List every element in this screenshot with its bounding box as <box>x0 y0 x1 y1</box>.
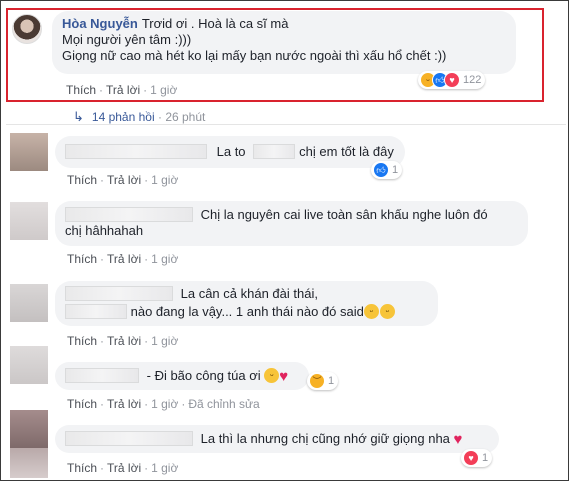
reply-link[interactable]: Trả lời <box>107 252 141 266</box>
comment-actions: Thích · Trả lời · 1 giờ <box>66 83 178 97</box>
comment-actions: Thích · Trả lời · 1 giờ <box>67 173 179 187</box>
timestamp[interactable]: 1 giờ <box>151 334 178 348</box>
redacted-name <box>65 431 193 446</box>
redacted-name <box>65 144 207 159</box>
like-link[interactable]: Thích <box>67 173 97 187</box>
like-link[interactable]: Thích <box>66 83 96 97</box>
laughing-tears-emoji: ᵕ <box>379 304 395 319</box>
heart-emoji: ♥ <box>453 431 463 448</box>
reply-text: Chị la nguyên cai live toàn sân khấu ngh… <box>200 207 488 222</box>
timestamp[interactable]: 1 giờ <box>151 252 178 266</box>
reaction-summary[interactable]: ︶ 1 <box>307 372 339 390</box>
reaction-summary[interactable]: ᵕ 👍︎ ♥ 122 <box>418 71 486 89</box>
reply-link[interactable]: Trả lời <box>107 461 141 475</box>
edited-label[interactable]: Đã chỉnh sửa <box>188 397 259 411</box>
comment-text-line: Trơid ơi . Hoà là ca sĩ mà <box>141 16 289 31</box>
redacted-name <box>253 144 296 159</box>
like-link[interactable]: Thích <box>67 461 97 475</box>
redacted-name <box>65 368 139 383</box>
like-icon: 👍︎ <box>373 162 389 178</box>
avatar[interactable] <box>10 202 48 240</box>
reaction-count: 1 <box>482 452 489 464</box>
comment-actions: Thích · Trả lời · 1 giờ · Đã chỉnh sửa <box>67 397 260 411</box>
heart-emoji: ♥ <box>279 368 289 385</box>
reaction-summary[interactable]: 👍︎ 1 <box>371 161 403 179</box>
reply-text: chị hâhhahah <box>65 223 144 238</box>
avatar[interactable] <box>10 133 48 171</box>
avatar[interactable] <box>10 448 48 478</box>
reply-bubble: Chị la nguyên cai live toàn sân khấu ngh… <box>55 201 528 246</box>
love-icon: ♥ <box>463 450 479 466</box>
timestamp[interactable]: 1 giờ <box>151 397 178 411</box>
comment-text-line: Mọi người yên tâm :))) <box>62 32 192 47</box>
reaction-count: 1 <box>392 164 399 176</box>
avatar[interactable] <box>12 14 42 44</box>
like-link[interactable]: Thích <box>67 397 97 411</box>
reply-bubble: La cân cả khán đài thái, nào đang la vậy… <box>55 281 438 326</box>
laughing-tears-emoji: ᵕ <box>264 368 280 383</box>
reply-text: nào đang la vậy... 1 anh thái nào đó sai… <box>130 304 364 319</box>
comment-author[interactable]: Hòa Nguyễn <box>62 16 138 31</box>
avatar[interactable] <box>10 284 48 322</box>
reaction-count: 122 <box>463 74 482 86</box>
reply-text: chị em tốt là đây <box>299 144 394 159</box>
reply-arrow-icon: ↳ <box>73 109 84 124</box>
laughing-tears-emoji: ᵕ <box>363 304 379 319</box>
reply-text: - Đi bão công túa ơi <box>146 368 261 383</box>
view-replies-link[interactable]: ↳ 14 phản hồi · 26 phút <box>73 109 205 125</box>
replies-time: 26 phút <box>165 110 206 124</box>
reply-bubble: La to chị em tốt là đây <box>55 136 405 168</box>
reply-link[interactable]: Trả lời <box>107 173 141 187</box>
timestamp[interactable]: 1 giờ <box>151 461 178 475</box>
reply-text: La thì la nhưng chị cũng nhớ giữ giọng n… <box>200 431 450 446</box>
avatar[interactable] <box>10 410 48 448</box>
replies-count-label[interactable]: 14 phản hồi <box>92 110 155 124</box>
comment-actions: Thích · Trả lời · 1 giờ <box>67 461 179 475</box>
timestamp[interactable]: 1 giờ <box>150 83 177 97</box>
comment-text-line: Giọng nữ cao mà hét ko lại mấy bạn nước … <box>62 48 447 63</box>
reply-bubble: La thì la nhưng chị cũng nhớ giữ giọng n… <box>55 425 499 453</box>
reply-bubble: - Đi bão công túa ơi ᵕ ♥ <box>55 362 309 390</box>
reply-link[interactable]: Trả lời <box>106 83 140 97</box>
redacted-name <box>65 286 173 301</box>
comment-actions: Thích · Trả lời · 1 giờ <box>67 334 179 348</box>
like-link[interactable]: Thích <box>67 334 97 348</box>
sad-icon: ︶ <box>309 373 325 389</box>
avatar[interactable] <box>10 346 48 384</box>
divider <box>6 124 566 125</box>
timestamp[interactable]: 1 giờ <box>151 173 178 187</box>
reply-link[interactable]: Trả lời <box>107 334 141 348</box>
reply-link[interactable]: Trả lời <box>107 397 141 411</box>
main-comment-bubble: Hòa Nguyễn Trơid ơi . Hoà là ca sĩ mà Mọi… <box>52 11 516 74</box>
reply-text: La cân cả khán đài thái, <box>180 286 318 301</box>
comment-actions: Thích · Trả lời · 1 giờ <box>67 252 179 266</box>
like-link[interactable]: Thích <box>67 252 97 266</box>
redacted-name <box>65 304 127 319</box>
reply-text: La to <box>216 144 246 159</box>
love-icon: ♥ <box>444 72 460 88</box>
redacted-name <box>65 207 193 222</box>
reaction-count: 1 <box>328 375 335 387</box>
reaction-summary[interactable]: ♥ 1 <box>461 449 493 467</box>
